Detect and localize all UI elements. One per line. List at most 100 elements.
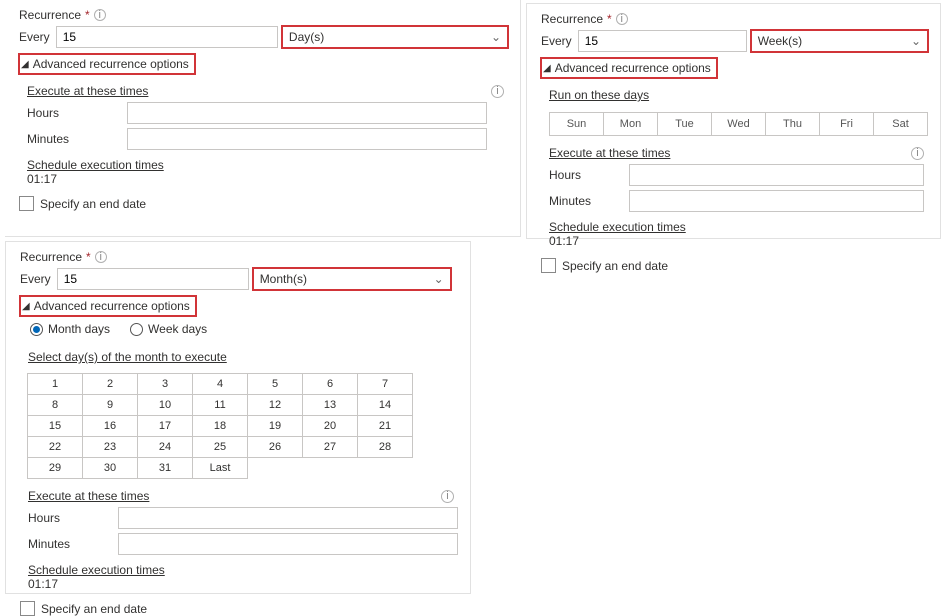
radio-label: Month days — [48, 322, 110, 336]
calendar-day[interactable]: 6 — [302, 373, 358, 395]
hours-row: Hours — [28, 507, 458, 529]
day-button-thu[interactable]: Thu — [766, 112, 820, 136]
calendar-day[interactable]: 17 — [137, 415, 193, 437]
minutes-row: Minutes — [28, 533, 458, 555]
unit-select-label: Month(s) — [260, 272, 307, 286]
calendar-day[interactable]: 26 — [247, 436, 303, 458]
calendar-day[interactable]: 20 — [302, 415, 358, 437]
calendar-day[interactable]: 30 — [82, 457, 138, 479]
recurrence-panel-month: Recurrence * i Every Month(s) ⌄ ◢ Advanc… — [5, 241, 471, 594]
calendar-day[interactable]: 8 — [27, 394, 83, 416]
end-date-label: Specify an end date — [41, 602, 147, 616]
calendar-day[interactable]: 28 — [357, 436, 413, 458]
every-label: Every — [541, 34, 572, 48]
unit-select-label: Day(s) — [289, 30, 324, 44]
minutes-input[interactable] — [127, 128, 487, 150]
day-button-tue[interactable]: Tue — [658, 112, 712, 136]
info-icon[interactable]: i — [94, 9, 106, 21]
end-date-label: Specify an end date — [562, 259, 668, 273]
calendar-day[interactable]: 21 — [357, 415, 413, 437]
end-date-row[interactable]: Specify an end date — [20, 601, 458, 616]
radio-week-days[interactable]: Week days — [130, 322, 207, 336]
info-icon[interactable]: i — [491, 85, 504, 98]
every-label: Every — [19, 30, 50, 44]
advanced-options-toggle[interactable]: ◢ Advanced recurrence options — [20, 296, 196, 316]
chevron-down-icon: ⌄ — [491, 30, 501, 44]
required-mark: * — [85, 8, 90, 22]
info-icon[interactable]: i — [441, 490, 454, 503]
advanced-options-toggle[interactable]: ◢ Advanced recurrence options — [19, 54, 195, 74]
every-row: Every Day(s) ⌄ — [19, 26, 508, 48]
calendar-day[interactable]: 12 — [247, 394, 303, 416]
every-input[interactable] — [56, 26, 278, 48]
hours-input[interactable] — [118, 507, 458, 529]
end-date-label: Specify an end date — [40, 197, 146, 211]
calendar-day[interactable]: 9 — [82, 394, 138, 416]
calendar-day[interactable]: Last — [192, 457, 248, 479]
radio-month-days[interactable]: Month days — [30, 322, 110, 336]
schedule-time: 01:17 — [27, 172, 508, 186]
calendar-day[interactable]: 1 — [27, 373, 83, 395]
chevron-down-icon: ⌄ — [911, 34, 921, 48]
calendar-day[interactable]: 16 — [82, 415, 138, 437]
recurrence-header: Recurrence * i — [541, 12, 928, 26]
end-date-row[interactable]: Specify an end date — [541, 258, 928, 273]
schedule-time: 01:17 — [549, 234, 928, 248]
calendar-day[interactable]: 7 — [357, 373, 413, 395]
calendar-day[interactable]: 15 — [27, 415, 83, 437]
day-button-sat[interactable]: Sat — [874, 112, 928, 136]
unit-select-day[interactable]: Day(s) ⌄ — [282, 26, 508, 48]
calendar-day[interactable]: 19 — [247, 415, 303, 437]
calendar-day[interactable]: 5 — [247, 373, 303, 395]
advanced-options-toggle[interactable]: ◢ Advanced recurrence options — [541, 58, 717, 78]
every-input[interactable] — [578, 30, 747, 52]
day-button-sun[interactable]: Sun — [549, 112, 604, 136]
end-date-checkbox[interactable] — [541, 258, 556, 273]
day-button-mon[interactable]: Mon — [604, 112, 658, 136]
hours-input[interactable] — [127, 102, 487, 124]
hours-row: Hours — [549, 164, 928, 186]
calendar-day[interactable]: 18 — [192, 415, 248, 437]
end-date-checkbox[interactable] — [20, 601, 35, 616]
month-mode-radios: Month days Week days — [30, 322, 458, 336]
calendar-day[interactable]: 10 — [137, 394, 193, 416]
calendar-empty — [357, 457, 413, 479]
calendar-day[interactable]: 3 — [137, 373, 193, 395]
hours-label: Hours — [549, 168, 629, 182]
every-input[interactable] — [57, 268, 249, 290]
calendar-day[interactable]: 23 — [82, 436, 138, 458]
calendar-day[interactable]: 25 — [192, 436, 248, 458]
calendar-day[interactable]: 22 — [27, 436, 83, 458]
end-date-checkbox[interactable] — [19, 196, 34, 211]
calendar-day[interactable]: 29 — [27, 457, 83, 479]
calendar-empty — [302, 457, 358, 479]
info-icon[interactable]: i — [616, 13, 628, 25]
recurrence-panel-week: Recurrence * i Every Week(s) ⌄ ◢ Advance… — [526, 3, 941, 239]
info-icon[interactable]: i — [911, 147, 924, 160]
calendar-empty — [247, 457, 303, 479]
calendar-day[interactable]: 14 — [357, 394, 413, 416]
day-button-wed[interactable]: Wed — [712, 112, 766, 136]
caret-icon: ◢ — [22, 301, 30, 312]
day-button-fri[interactable]: Fri — [820, 112, 874, 136]
unit-select-label: Week(s) — [758, 34, 802, 48]
calendar-day[interactable]: 27 — [302, 436, 358, 458]
calendar-day[interactable]: 31 — [137, 457, 193, 479]
recurrence-label: Recurrence — [541, 12, 603, 26]
unit-select-week[interactable]: Week(s) ⌄ — [751, 30, 928, 52]
info-icon[interactable]: i — [95, 251, 107, 263]
hours-input[interactable] — [629, 164, 924, 186]
minutes-input[interactable] — [629, 190, 924, 212]
calendar-day[interactable]: 11 — [192, 394, 248, 416]
chevron-down-icon: ⌄ — [434, 272, 444, 286]
recurrence-header: Recurrence * i — [19, 8, 508, 22]
unit-select-month[interactable]: Month(s) ⌄ — [253, 268, 451, 290]
recurrence-panel-day: Recurrence * i Every Day(s) ⌄ ◢ Advanced… — [5, 0, 521, 237]
minutes-row: Minutes — [27, 128, 508, 150]
calendar-day[interactable]: 13 — [302, 394, 358, 416]
end-date-row[interactable]: Specify an end date — [19, 196, 508, 211]
calendar-day[interactable]: 4 — [192, 373, 248, 395]
calendar-day[interactable]: 24 — [137, 436, 193, 458]
minutes-input[interactable] — [118, 533, 458, 555]
calendar-day[interactable]: 2 — [82, 373, 138, 395]
